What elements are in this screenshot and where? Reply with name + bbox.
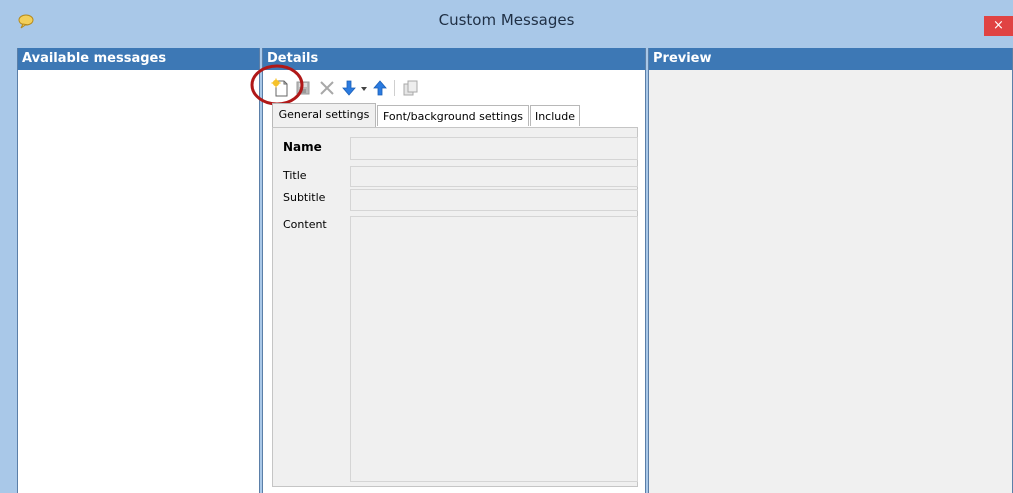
tab-general-settings[interactable]: General settings — [272, 103, 376, 127]
delete-x-icon[interactable] — [317, 78, 337, 98]
available-messages-list[interactable] — [18, 70, 259, 493]
details-panel: Details General settings Font/background… — [250, 48, 647, 493]
available-messages-panel: Available messages — [17, 48, 260, 493]
content-label: Content — [283, 218, 327, 231]
title-field[interactable] — [350, 166, 638, 187]
highlight-circle — [250, 64, 304, 106]
general-settings-page: Name Title Subtitle Content — [272, 127, 638, 487]
preview-header: Preview — [649, 48, 1012, 70]
details-toolbar — [250, 64, 647, 106]
close-button[interactable]: × — [984, 16, 1013, 36]
dropdown-arrow-icon[interactable] — [361, 86, 367, 92]
title-bar[interactable]: Custom Messages × — [0, 0, 1013, 40]
arrow-down-icon[interactable] — [339, 78, 359, 98]
window-title: Custom Messages — [438, 11, 575, 29]
arrow-up-icon[interactable] — [370, 78, 390, 98]
preview-panel: Preview — [648, 48, 1013, 493]
content-field[interactable] — [350, 216, 638, 482]
subtitle-field[interactable] — [350, 189, 638, 211]
custom-messages-window: Custom Messages × Available messages Det… — [0, 0, 1013, 493]
title-label: Title — [283, 169, 307, 182]
name-label: Name — [283, 140, 322, 154]
copy-icon[interactable] — [400, 78, 420, 98]
subtitle-label: Subtitle — [283, 191, 326, 204]
details-header: Details — [263, 48, 645, 70]
available-messages-header: Available messages — [18, 48, 259, 70]
tab-include[interactable]: Include — [530, 105, 580, 126]
toolbar-separator — [394, 80, 395, 96]
preview-area — [649, 70, 1012, 493]
name-field[interactable] — [350, 137, 638, 160]
tab-font-background-settings[interactable]: Font/background settings — [377, 105, 529, 126]
tab-strip: General settings Font/background setting… — [272, 103, 638, 127]
